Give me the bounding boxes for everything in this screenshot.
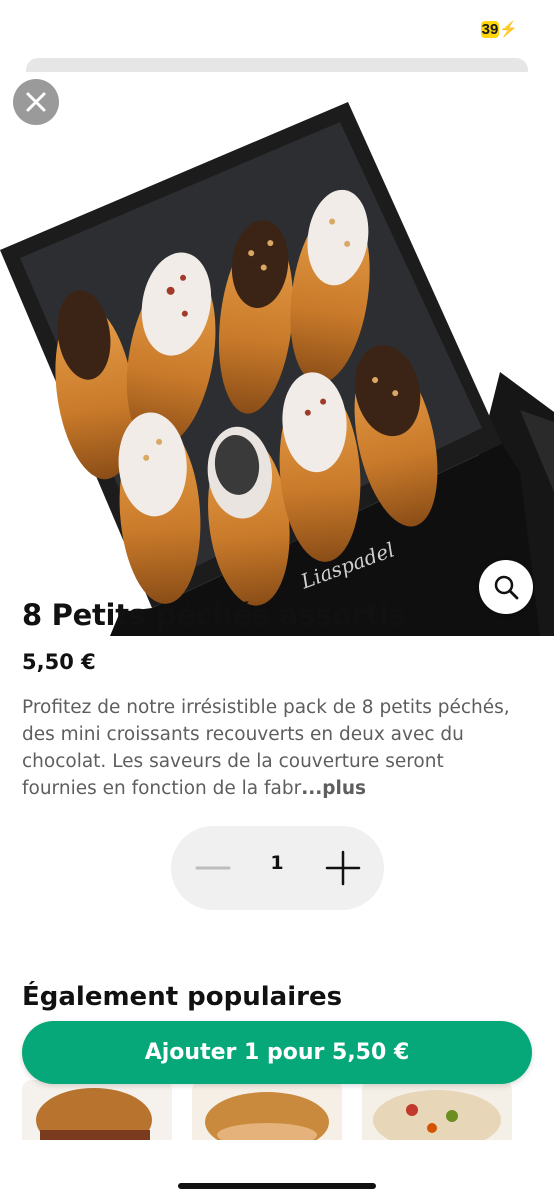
- product-title: 8 Petits péchés assortis: [22, 598, 406, 632]
- salad-image: [373, 1090, 501, 1140]
- pastry-box-photo: Liaspadel: [0, 102, 554, 636]
- status-bar: 39⚡: [0, 0, 554, 58]
- description-text: Profitez de notre irrésistible pack de 8…: [22, 697, 510, 799]
- increase-button[interactable]: [319, 848, 367, 888]
- minus-icon: [195, 866, 231, 870]
- product-description: Profitez de notre irrésistible pack de 8…: [22, 694, 522, 802]
- close-icon: [26, 92, 46, 112]
- battery-indicator: 39⚡: [479, 20, 520, 40]
- close-button[interactable]: [13, 79, 59, 125]
- battery-level: 39: [480, 21, 500, 38]
- zoom-button[interactable]: [479, 560, 533, 614]
- home-indicator: [178, 1183, 376, 1189]
- plus-icon: [325, 850, 361, 886]
- charging-bolt-icon: ⚡: [499, 21, 518, 38]
- decrease-button[interactable]: [189, 848, 237, 888]
- more-link[interactable]: ...plus: [301, 778, 366, 799]
- zoom-icon: [494, 575, 519, 600]
- product-price: 5,50 €: [22, 650, 96, 674]
- popular-item-burger[interactable]: [22, 1080, 172, 1140]
- croissant-image: [205, 1092, 329, 1140]
- quantity-value: 1: [270, 852, 284, 874]
- popular-section-title: Également populaires: [22, 982, 343, 1012]
- add-to-cart-button[interactable]: Ajouter 1 pour 5,50 €: [22, 1021, 532, 1084]
- popular-carousel: [22, 1080, 554, 1140]
- popular-item-croissant[interactable]: [192, 1080, 342, 1140]
- burger-image: [36, 1088, 152, 1140]
- quantity-stepper: 1: [171, 826, 384, 910]
- product-image: Liaspadel: [0, 72, 554, 636]
- popular-item-salad[interactable]: [362, 1080, 512, 1140]
